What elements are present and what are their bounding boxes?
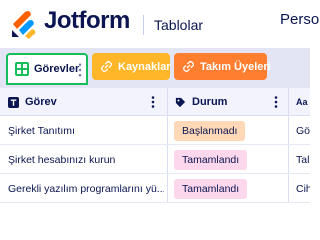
third-cell[interactable]: Tal [296, 146, 310, 174]
column-label: Aa [296, 97, 308, 107]
tab-label: Görevler [34, 63, 80, 75]
third-cell[interactable]: Cih [296, 175, 310, 203]
tab-label: Kaynaklar [118, 60, 171, 73]
task-cell[interactable]: Şirket Tanıtımı [8, 117, 164, 145]
tab-bar: Görevler Kaynaklar Takım Üyeleri [0, 48, 310, 88]
task-cell[interactable]: Şirket hesabınızı kurun [8, 146, 164, 174]
column-header-third[interactable]: Aa [296, 88, 308, 116]
link-icon [182, 60, 195, 73]
column-options-icon[interactable] [274, 96, 278, 108]
column-label: Durum [192, 96, 228, 108]
app-header: Jotform Tablolar Perso [0, 0, 319, 48]
link-icon [100, 60, 113, 73]
status-badge: Tamamlandı [174, 150, 248, 170]
tab-gorevler[interactable]: Görevler [6, 53, 88, 85]
table-row[interactable]: Şirket hesabınızı kurun Tamamlandı Tal [0, 146, 310, 174]
status-badge: Başlanmadı [174, 121, 246, 141]
tab-kaynaklar[interactable]: Kaynaklar [92, 53, 171, 80]
column-header-gorev[interactable]: Görev [8, 88, 57, 116]
text-type-icon [8, 96, 19, 108]
table-row[interactable]: Gerekli yazılım programlarını yü... Tama… [0, 175, 310, 203]
status-cell[interactable]: Başlanmadı [174, 117, 286, 145]
tab-options-icon[interactable] [78, 63, 82, 77]
data-table: Görev Durum Aa Şirket Tanıtımı Başlanmad… [0, 88, 310, 203]
brand-name[interactable]: Jotform [44, 7, 130, 35]
status-cell[interactable]: Tamamlandı [174, 146, 286, 174]
third-cell[interactable]: Gö [296, 117, 310, 145]
grid-icon [15, 62, 29, 76]
jotform-logo-icon[interactable] [8, 10, 38, 40]
task-cell[interactable]: Gerekli yazılım programlarını yü... [8, 175, 164, 203]
column-label: Görev [25, 96, 57, 108]
header-divider [143, 15, 144, 35]
table-header: Görev Durum Aa [0, 88, 310, 116]
section-title: Tablolar [154, 17, 204, 33]
tab-label: Takım Üyeleri [200, 60, 271, 73]
column-options-icon[interactable] [151, 96, 155, 108]
table-row[interactable]: Şirket Tanıtımı Başlanmadı Gö [0, 117, 310, 145]
status-cell[interactable]: Tamamlandı [174, 175, 286, 203]
person-label: Perso [280, 11, 320, 28]
tab-takim-uyeleri[interactable]: Takım Üyeleri [174, 53, 271, 80]
column-header-durum[interactable]: Durum [175, 88, 227, 116]
tag-icon [175, 97, 186, 107]
status-badge: Tamamlandı [174, 179, 248, 199]
